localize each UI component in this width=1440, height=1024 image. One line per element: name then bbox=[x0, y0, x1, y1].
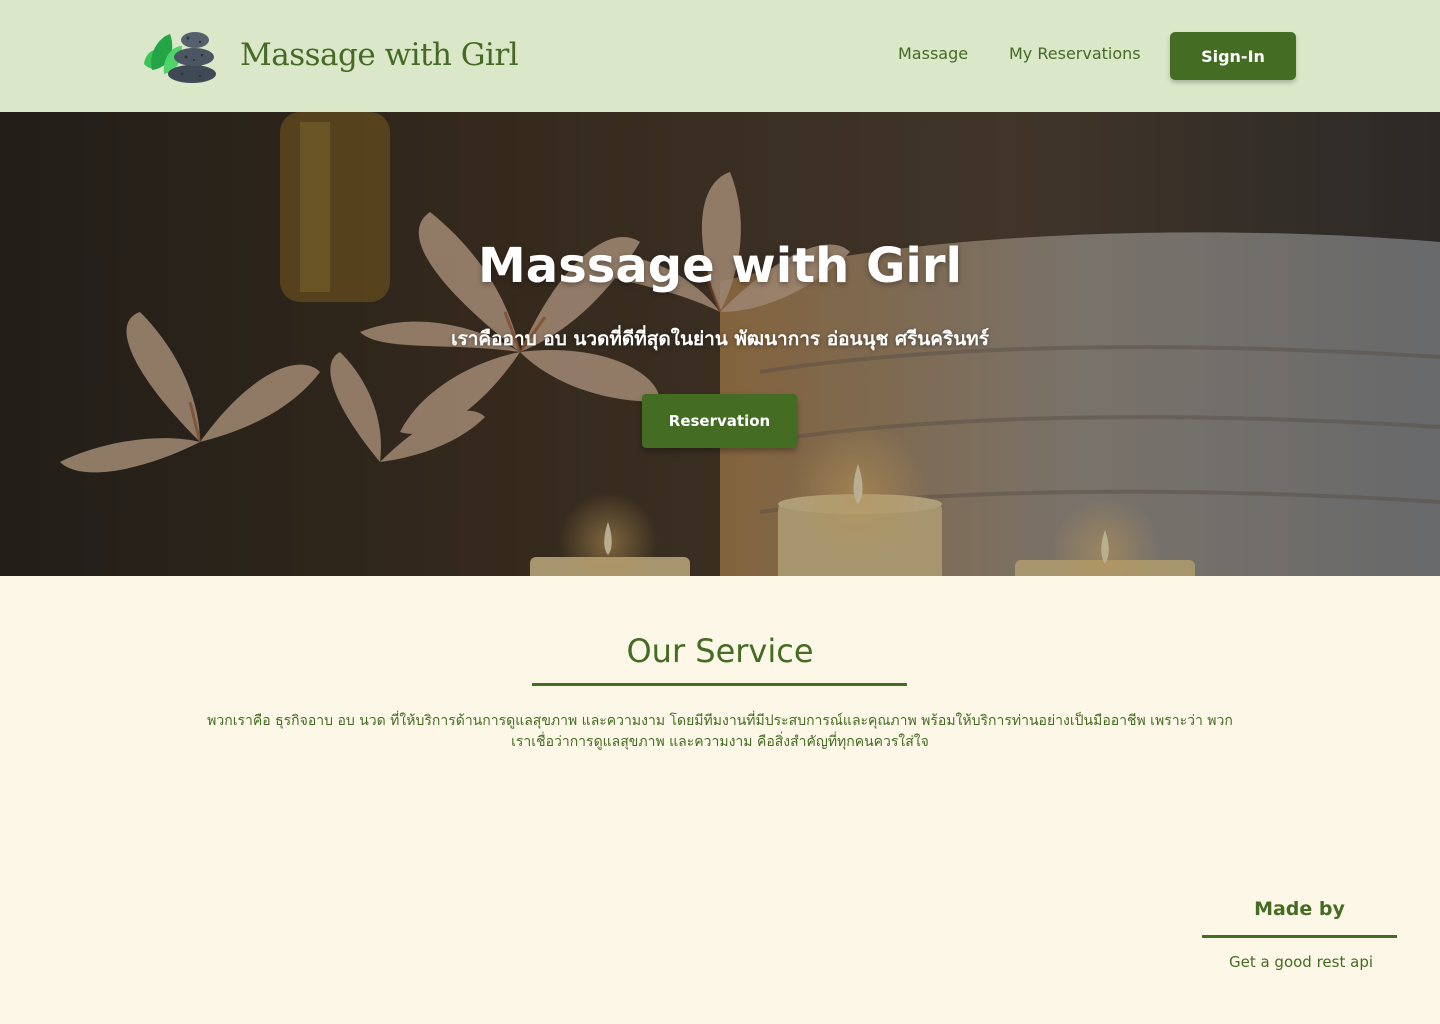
hero-banner: Massage with Girl เราคืออาบ อบ นวดที่ดีท… bbox=[0, 112, 1440, 576]
made-by-text: Get a good rest api bbox=[1228, 953, 1374, 971]
service-title: Our Service bbox=[626, 632, 814, 670]
nav-my-reservations-link[interactable]: My Reservations bbox=[1009, 44, 1141, 63]
reservation-button[interactable]: Reservation bbox=[642, 394, 797, 448]
navbar: Massage with Girl Massage My Reservation… bbox=[0, 0, 1440, 112]
made-by-title: Made by bbox=[1254, 898, 1345, 920]
service-title-divider bbox=[532, 683, 907, 686]
hero-title: Massage with Girl bbox=[478, 238, 962, 294]
made-by-divider bbox=[1202, 935, 1397, 938]
hero-subtitle: เราคืออาบ อบ นวดที่ดีที่สุดในย่าน พัฒนาก… bbox=[451, 328, 989, 350]
spa-stones-leaf-icon bbox=[142, 24, 220, 86]
sign-in-button[interactable]: Sign-In bbox=[1170, 32, 1296, 80]
brand-name: Massage with Girl bbox=[240, 37, 519, 73]
service-description: พวกเราคือ ธุรกิจอาบ อบ นวด ที่ให้บริการด… bbox=[207, 713, 1233, 750]
brand[interactable]: Massage with Girl bbox=[142, 24, 519, 86]
nav-massage-link[interactable]: Massage bbox=[898, 44, 968, 63]
